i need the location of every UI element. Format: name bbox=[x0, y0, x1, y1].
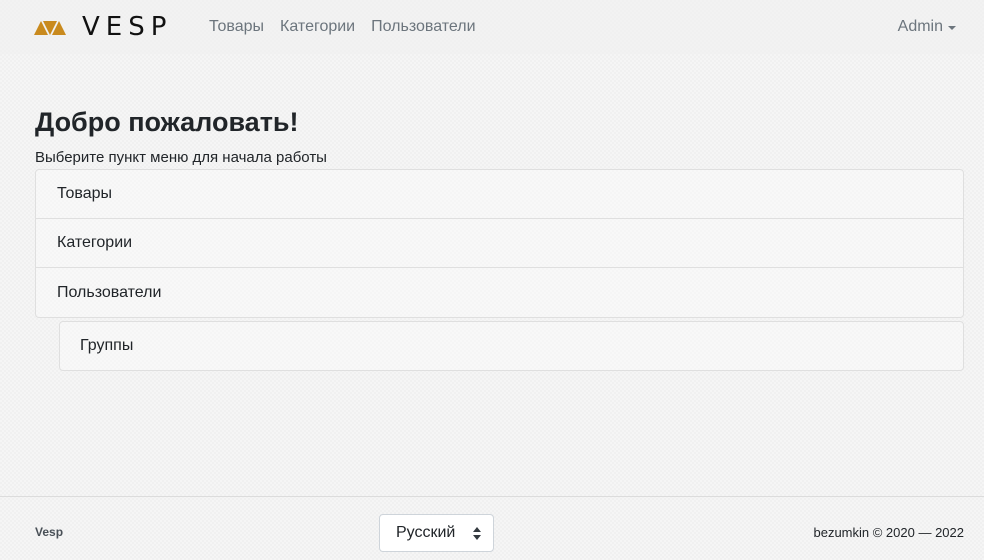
caret-down-icon bbox=[948, 26, 956, 30]
nav-link-products[interactable]: Товары bbox=[209, 17, 264, 37]
main-menu-list: Товары Категории Пользователи bbox=[35, 169, 964, 318]
user-menu-label: Admin bbox=[897, 18, 943, 35]
menu-item-categories[interactable]: Категории bbox=[36, 219, 963, 268]
brand-logo-link[interactable]: VESP bbox=[34, 14, 172, 40]
language-select-value: Русский bbox=[396, 524, 456, 541]
page-title: Добро пожаловать! bbox=[35, 107, 299, 137]
brand-word: VESP bbox=[82, 12, 173, 42]
nav-link-users[interactable]: Пользователи bbox=[371, 17, 475, 37]
footer-brand[interactable]: Vesp bbox=[35, 525, 63, 539]
navbar: VESP Товары Категории Пользователи Admin bbox=[0, 0, 984, 54]
page-subtitle: Выберите пункт меню для начала работы bbox=[35, 149, 327, 166]
vesp-logo-icon bbox=[34, 21, 66, 35]
nav-link-categories[interactable]: Категории bbox=[280, 17, 355, 37]
sub-menu-list: Группы bbox=[59, 321, 964, 371]
language-select[interactable]: Русский bbox=[379, 514, 494, 552]
page: VESP Товары Категории Пользователи Admin… bbox=[0, 0, 984, 560]
copyright-text: bezumkin © 2020 — 2022 bbox=[813, 525, 964, 540]
nav-links: Товары Категории Пользователи bbox=[209, 17, 476, 37]
menu-item-products[interactable]: Товары bbox=[36, 170, 963, 219]
menu-item-users[interactable]: Пользователи bbox=[36, 268, 963, 317]
menu-item-groups[interactable]: Группы bbox=[60, 322, 963, 370]
footer: Vesp Русский bezumkin © 2020 — 2022 bbox=[0, 496, 984, 560]
user-menu-toggle[interactable]: Admin bbox=[898, 17, 956, 37]
select-arrows-icon bbox=[473, 527, 481, 540]
